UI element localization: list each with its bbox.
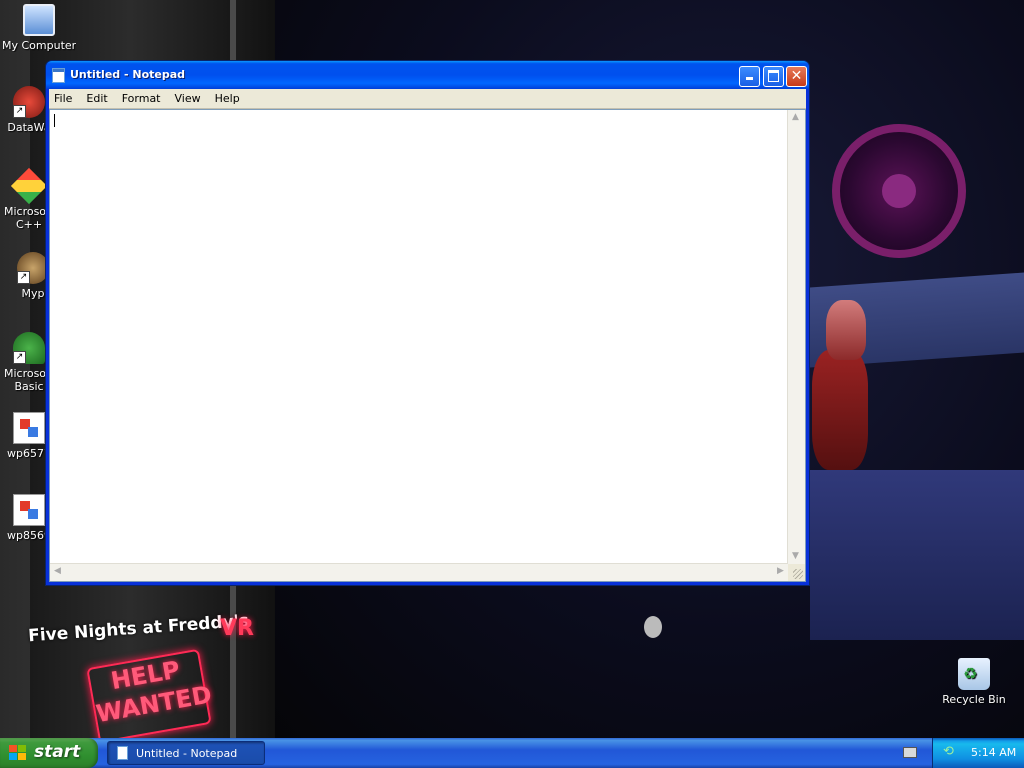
- wallpaper-arm: [812, 350, 868, 470]
- shortcut-arrow-icon: ↗: [13, 105, 26, 118]
- menu-bar: File Edit Format View Help: [49, 89, 806, 109]
- taskbar: start Untitled - Notepad ⟲ 5:14 AM: [0, 738, 1024, 768]
- system-tray: ⟲ 5:14 AM: [932, 738, 1024, 768]
- horizontal-scrollbar[interactable]: ◀ ▶: [50, 563, 788, 581]
- fnaf-vr: VR: [220, 616, 254, 641]
- menu-view[interactable]: View: [168, 89, 208, 108]
- maximize-button[interactable]: [763, 66, 784, 87]
- wallpaper-knob: [644, 616, 662, 638]
- vertical-scrollbar[interactable]: ▲ ▼: [787, 110, 805, 564]
- start-label: start: [34, 742, 81, 762]
- shortcut-arrow-icon: ↗: [17, 271, 30, 284]
- wallpaper-hand: [826, 300, 866, 360]
- visual-basic-icon: ↗: [13, 332, 45, 364]
- wallpaper-drawer: [810, 470, 1024, 640]
- clock[interactable]: 5:14 AM: [971, 746, 1016, 759]
- text-caret: [54, 114, 55, 127]
- notepad-icon: [52, 68, 65, 83]
- close-button[interactable]: ✕: [786, 66, 807, 87]
- minimize-icon: [746, 77, 753, 80]
- shortcut-arrow-icon: ↗: [13, 351, 26, 364]
- notepad-icon: [117, 746, 128, 760]
- fnaf-logo: Five Nights at Freddy's VR HELP WANTED: [28, 611, 268, 738]
- network-icon[interactable]: ⟲: [943, 745, 957, 759]
- windows-logo-icon: [9, 745, 27, 761]
- my-computer-icon: [23, 4, 55, 36]
- close-icon: ✕: [790, 68, 803, 84]
- notepad-window[interactable]: Untitled - Notepad ✕ File Edit Format Vi…: [45, 60, 810, 586]
- scroll-right-arrow-icon[interactable]: ▶: [773, 564, 788, 579]
- desktop-icon-label: My Computer: [2, 39, 76, 52]
- recycle-bin-icon: [958, 658, 990, 690]
- menu-format[interactable]: Format: [115, 89, 168, 108]
- scroll-left-arrow-icon[interactable]: ◀: [50, 564, 65, 579]
- scroll-down-arrow-icon[interactable]: ▼: [788, 549, 803, 564]
- image-file-icon: [13, 412, 45, 444]
- start-button[interactable]: start: [0, 738, 98, 768]
- menu-file[interactable]: File: [49, 89, 79, 108]
- scroll-up-arrow-icon[interactable]: ▲: [788, 110, 803, 125]
- taskbar-button-label: Untitled - Notepad: [136, 747, 238, 760]
- resize-grip[interactable]: [788, 564, 805, 581]
- desktop-icon-recycle-bin[interactable]: Recycle Bin: [937, 658, 1011, 706]
- image-file-icon: [13, 494, 45, 526]
- visual-cpp-icon-wrap: [10, 167, 48, 205]
- visual-cpp-icon: [10, 167, 48, 205]
- window-titlebar[interactable]: Untitled - Notepad ✕: [46, 61, 809, 89]
- desktop-icon-label: Recycle Bin: [942, 693, 1006, 706]
- keyboard-icon[interactable]: [903, 747, 917, 758]
- desktop-icon-my-computer[interactable]: My Computer: [2, 4, 76, 52]
- taskbar-button-notepad[interactable]: Untitled - Notepad: [107, 741, 265, 765]
- text-editor[interactable]: ▲ ▼ ◀ ▶: [49, 109, 806, 582]
- window-title: Untitled - Notepad: [70, 68, 186, 81]
- window-client: File Edit Format View Help ▲ ▼ ◀ ▶: [49, 89, 806, 582]
- menu-help[interactable]: Help: [208, 89, 247, 108]
- minimize-button[interactable]: [739, 66, 760, 87]
- datawarehouse-icon: ↗: [13, 86, 45, 118]
- maximize-icon: [768, 70, 779, 82]
- menu-edit[interactable]: Edit: [79, 89, 114, 108]
- wallpaper-fan: [832, 124, 966, 258]
